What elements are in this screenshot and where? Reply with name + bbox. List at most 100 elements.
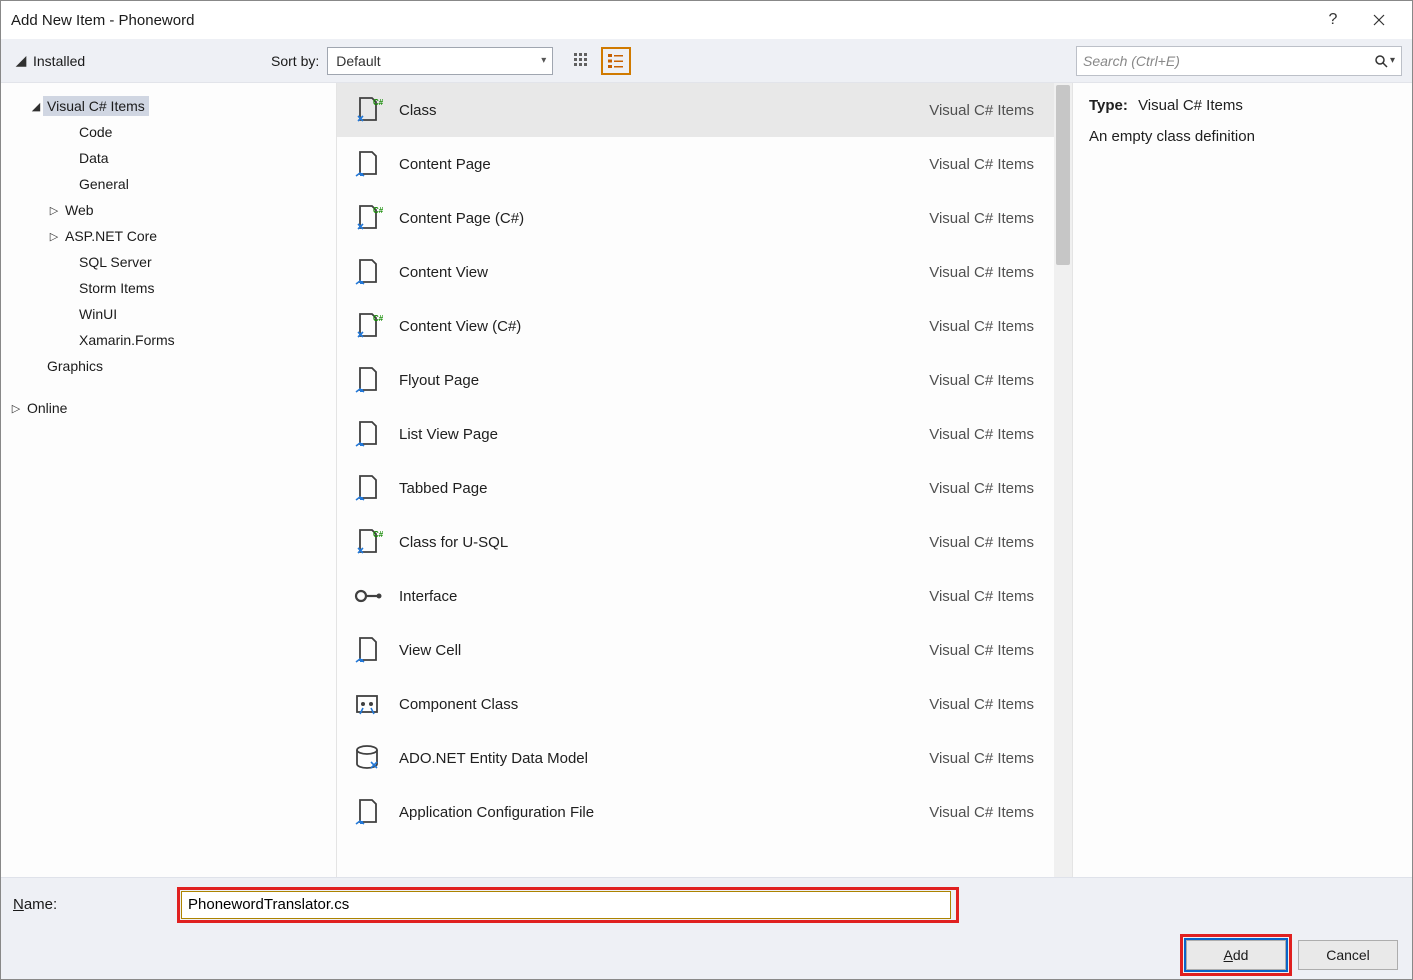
svg-text:C#: C#: [373, 98, 383, 107]
svg-text:C#: C#: [373, 530, 383, 539]
template-item[interactable]: Content View Visual C# Items: [337, 245, 1054, 299]
view-tiles-button[interactable]: [567, 47, 597, 75]
chevron-right-icon: ▷: [9, 402, 23, 415]
template-name: Content Page: [399, 156, 915, 173]
template-item[interactable]: C# Class for U-SQL Visual C# Items: [337, 515, 1054, 569]
tree-label: Code: [75, 122, 116, 142]
tree-item[interactable]: Code: [1, 119, 336, 145]
description: An empty class definition: [1089, 128, 1396, 145]
name-input[interactable]: [181, 891, 951, 919]
chevron-down-icon: ▾: [541, 55, 546, 66]
tree-label: General: [75, 174, 133, 194]
installed-header[interactable]: ◢ Installed: [11, 52, 249, 69]
chevron-down-icon: ◢: [29, 100, 43, 113]
template-group: Visual C# Items: [929, 642, 1034, 659]
template-group: Visual C# Items: [929, 264, 1034, 281]
template-name: Component Class: [399, 696, 915, 713]
tree-item[interactable]: Storm Items: [1, 275, 336, 301]
help-button[interactable]: ?: [1310, 4, 1356, 36]
template-group: Visual C# Items: [929, 210, 1034, 227]
tree-item[interactable]: General: [1, 171, 336, 197]
tree-item-graphics[interactable]: Graphics: [1, 353, 336, 379]
template-name: Content View (C#): [399, 318, 915, 335]
scrollbar-thumb[interactable]: [1056, 85, 1070, 265]
template-item[interactable]: Component Class Visual C# Items: [337, 677, 1054, 731]
template-name: View Cell: [399, 642, 915, 659]
window-title: Add New Item - Phoneword: [11, 12, 1310, 29]
scrollbar[interactable]: [1054, 83, 1072, 877]
sort-dropdown[interactable]: Default ▾: [327, 47, 553, 75]
template-item[interactable]: InterfaceVisual C# Items: [337, 569, 1054, 623]
button-bar: Add Cancel: [1, 931, 1412, 979]
search-box[interactable]: ▾: [1076, 46, 1402, 76]
template-item[interactable]: C# Class Visual C# Items: [337, 83, 1054, 137]
tree-label: Web: [61, 200, 98, 220]
add-button[interactable]: Add: [1186, 940, 1286, 970]
tree-item[interactable]: ▷ASP.NET Core: [1, 223, 336, 249]
close-button[interactable]: [1356, 4, 1402, 36]
tree-item[interactable]: WinUI: [1, 301, 336, 327]
tree-item-online[interactable]: ▷ Online: [1, 395, 336, 421]
category-tree: ◢ Visual C# Items CodeDataGeneral▷Web▷AS…: [1, 83, 337, 877]
tree-item[interactable]: Xamarin.Forms: [1, 327, 336, 353]
tree-label: SQL Server: [75, 252, 156, 272]
template-item[interactable]: Application Configuration File Visual C# …: [337, 785, 1054, 839]
name-bar: Name:: [1, 877, 1412, 931]
template-icon: [349, 146, 385, 182]
search-icon[interactable]: ▾: [1374, 54, 1395, 68]
template-list-wrap: C# Class Visual C# Items Content Page Visual…: [337, 83, 1072, 877]
tree-item-csharp[interactable]: ◢ Visual C# Items: [1, 93, 336, 119]
template-icon: C#: [349, 308, 385, 344]
view-list-button[interactable]: [601, 47, 631, 75]
template-group: Visual C# Items: [929, 102, 1034, 119]
name-input-wrap: [181, 891, 951, 919]
tree-label: Data: [75, 148, 113, 168]
template-list[interactable]: C# Class Visual C# Items Content Page Visual…: [337, 83, 1054, 877]
template-icon: [349, 470, 385, 506]
type-label: Type:: [1089, 97, 1128, 114]
template-item[interactable]: Flyout PageVisual C# Items: [337, 353, 1054, 407]
tree-label: WinUI: [75, 304, 121, 324]
tree-label: Online: [23, 398, 71, 418]
template-name: Class for U-SQL: [399, 534, 915, 551]
tree-label: Storm Items: [75, 278, 158, 298]
template-icon: [349, 740, 385, 776]
tree-label: Xamarin.Forms: [75, 330, 179, 350]
template-group: Visual C# Items: [929, 372, 1034, 389]
template-item[interactable]: Tabbed PageVisual C# Items: [337, 461, 1054, 515]
tree-item[interactable]: SQL Server: [1, 249, 336, 275]
template-group: Visual C# Items: [929, 534, 1034, 551]
cancel-button[interactable]: Cancel: [1298, 940, 1398, 970]
svg-text:C#: C#: [373, 314, 383, 323]
template-icon: [349, 632, 385, 668]
template-name: Application Configuration File: [399, 804, 915, 821]
template-icon: [349, 362, 385, 398]
template-item[interactable]: ADO.NET Entity Data ModelVisual C# Items: [337, 731, 1054, 785]
tree-item[interactable]: ▷Web: [1, 197, 336, 223]
template-name: List View Page: [399, 426, 915, 443]
toolbar: ◢ Installed Sort by: Default ▾ ▾: [1, 39, 1412, 83]
template-item[interactable]: View Cell Visual C# Items: [337, 623, 1054, 677]
sort-value: Default: [336, 53, 380, 69]
template-item[interactable]: C#Content Page (C#)Visual C# Items: [337, 191, 1054, 245]
tree-item[interactable]: Data: [1, 145, 336, 171]
template-group: Visual C# Items: [929, 696, 1034, 713]
template-group: Visual C# Items: [929, 156, 1034, 173]
details-pane: Type: Visual C# Items An empty class def…: [1072, 83, 1412, 877]
sort-by-label: Sort by:: [271, 53, 319, 69]
template-item[interactable]: Content Page Visual C# Items: [337, 137, 1054, 191]
search-input[interactable]: [1083, 53, 1374, 69]
template-item[interactable]: List View Page Visual C# Items: [337, 407, 1054, 461]
installed-label: Installed: [33, 53, 85, 69]
template-group: Visual C# Items: [929, 588, 1034, 605]
template-group: Visual C# Items: [929, 804, 1034, 821]
tree-label: ASP.NET Core: [61, 226, 161, 246]
type-value: Visual C# Items: [1138, 97, 1243, 114]
template-name: Content View: [399, 264, 915, 281]
tree-label: Graphics: [43, 356, 107, 376]
template-name: Class: [399, 102, 915, 119]
close-icon: [1373, 14, 1385, 26]
template-item[interactable]: C#Content View (C#)Visual C# Items: [337, 299, 1054, 353]
template-icon: [349, 578, 385, 614]
template-group: Visual C# Items: [929, 426, 1034, 443]
